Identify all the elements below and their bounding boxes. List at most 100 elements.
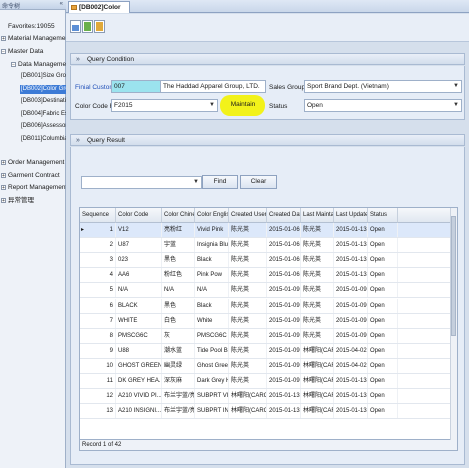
sidebar-item[interactable]: + 异常管理 [0,195,66,206]
table-cell: Open [368,358,398,373]
table-cell: 2015-01-09 [334,313,368,328]
table-cell: 粉红色 [162,268,195,283]
filter-select[interactable]: ▼ [81,176,202,189]
collapse-icon[interactable]: « [60,1,63,7]
expand-icon[interactable]: + [1,173,6,179]
table-cell: 白色 [162,313,195,328]
sidebar-item-label: Material Management [8,35,71,42]
table-cell: 2015-04-02 [334,358,368,373]
expand-icon[interactable]: + [1,36,6,42]
expand-icon[interactable]: + [1,198,6,204]
sidebar-item[interactable]: [DB001]Size Group [0,71,73,82]
table-cell: 陈光英 [301,253,334,268]
table-cell: 023 [116,253,162,268]
collapse-icon[interactable]: − [11,62,16,68]
result-grid: SequenceColor CodeColor Chinese ...Color… [79,207,458,440]
table-row[interactable]: 5 N/A N/A N/A 陈光英 2015-01-09 陈光英 2015-01-09 Open [80,283,457,299]
table-cell: 13 [80,404,116,419]
column-header[interactable]: Color Code [116,208,162,223]
sidebar-item[interactable]: − Master Data [0,46,66,57]
query-condition-header[interactable]: » Query Condition [70,53,465,65]
table-cell: 陈光英 [301,268,334,283]
table-cell: V12 [116,223,162,237]
find-button[interactable]: Find [202,175,238,189]
table-cell: Open [368,328,398,343]
table-cell: Open [368,298,398,313]
color-code-rule-select[interactable]: F2015 ▼ [111,99,218,112]
table-row[interactable]: 13A210 INSIGNI...布兰宇蓝/亮粉红...SUBPRT INSI.… [80,404,457,420]
collapse-icon[interactable]: − [1,49,6,55]
sidebar-item[interactable]: + Garment Contract [0,170,66,181]
sales-group-select[interactable]: Sport Brand Dept. (Vietnam) ▼ [304,80,462,93]
table-cell: 2015-01-13 [334,374,368,388]
column-header[interactable]: Color Chinese ... [162,208,195,223]
table-cell: 9 [80,343,116,358]
clear-button[interactable]: Clear [240,175,277,189]
table-row[interactable]: 7 WHITE 白色 White 陈光英 2015-01-09 陈光英 2015-01-09 O… [80,313,457,329]
query-result-header[interactable]: » Query Result [70,134,465,146]
table-cell: 2015-01-13 [267,404,301,419]
sidebar-item-label: Master Data [8,48,44,55]
chevron-down-icon: ▼ [193,179,199,185]
expand-icon[interactable]: + [1,160,6,166]
scrollbar-thumb[interactable] [451,216,456,336]
table-cell: Open [368,374,398,388]
sidebar-item-label: Report Management [8,184,68,191]
table-cell: 布兰宇蓝/亮粉红... [162,404,195,419]
table-cell: 2015-01-06 [267,268,301,283]
sidebar-item[interactable]: + Material Management [0,33,71,44]
table-cell: 2015-01-09 [267,358,301,373]
table-row[interactable]: 11DK GREY HEA...深灰麻Dark Grey Hea...陈光英20… [80,374,457,389]
table-cell: 宇蓝 [162,238,195,253]
sidebar-item[interactable]: [DB002]Color Group [0,84,77,95]
sidebar-item[interactable]: + Report Management [0,182,68,193]
column-header[interactable]: Last Update ... [334,208,368,223]
expand-icon[interactable]: + [1,185,6,191]
status-select[interactable]: Open ▼ [304,99,462,112]
table-row[interactable]: 6 BLACK 黑色 Black 陈光英 2015-01-09 陈光英 2015-01-09 O… [80,298,457,314]
chevron-down-icon: ▼ [453,102,459,108]
column-header[interactable]: Color English ... [195,208,229,223]
table-row[interactable]: ▸ 1 V12 亮粉红 Vivid Pink 陈光英 2015-01-06 陈光英 2015-0… [80,223,457,238]
table-cell: 深灰麻 [162,374,195,388]
maintain-button[interactable]: Maintain [224,99,262,113]
table-cell: 幽灵绿 [162,358,195,373]
sidebar-item[interactable]: [DB011]Columbia... [0,134,73,145]
table-row[interactable]: 8 PMSCG6C 灰 PMSCG6C 陈光英 2015-01-09 陈光英 2015-01-… [80,328,457,344]
table-cell: 2 [80,238,116,253]
table-row[interactable]: 12A210 VIVID PI...布兰宇蓝/亮粉红...SUBPRT VIVI… [80,389,457,405]
sidebar-item[interactable]: Favorites:19055 [0,21,66,32]
table-cell: Open [368,313,398,328]
table-cell: 陈光英 [229,374,267,388]
export-button[interactable] [94,20,105,33]
column-header[interactable]: Created User [229,208,267,223]
table-cell: 陈光英 [229,328,267,343]
column-header[interactable]: Status [368,208,398,223]
table-row[interactable]: 2 U87 宇蓝 Insignia Blue 陈光英 2015-01-06 陈光英 2015-… [80,238,457,254]
table-cell: 陈光英 [301,223,334,237]
save-button[interactable] [82,20,93,33]
table-row[interactable]: 4 AA6 粉红色 Pink Pow 陈光英 2015-01-06 陈光英 2015-01-1… [80,268,457,284]
chevron-down-icon: ▼ [453,83,459,89]
status-label: Status [269,103,288,110]
table-cell: N/A [162,283,195,298]
sidebar-item[interactable]: [DB004]Fabric Esse... [0,109,79,120]
sidebar-item-label: Favorites:19055 [8,23,55,30]
table-cell: 2015-01-13 [267,389,301,404]
column-header[interactable]: Created Date [267,208,301,223]
table-row[interactable]: 3 023 黑色 Black 陈光英 2015-01-06 陈光英 2015-01-13 Ope… [80,253,457,269]
tab-color-group[interactable]: [DB002]Color Group [68,1,130,22]
table-row[interactable]: 10 GHOST GREEN 幽灵绿 Ghost Green 陈光英 2015-01-09… [80,358,457,374]
sidebar-item[interactable]: − Data Management By ... [0,59,88,70]
new-button[interactable] [70,20,81,33]
column-header[interactable]: Last Maintain... [301,208,334,223]
customer-code-input[interactable]: 007 [111,80,161,93]
table-cell: 布兰宇蓝/亮粉红... [162,389,195,404]
sidebar-item[interactable]: [DB003]Destination [0,96,73,107]
sidebar-item[interactable]: + Order Management [0,157,66,168]
table-cell: A210 VIVID PI... [116,389,162,404]
table-row[interactable]: 9U88潮水蓝Tide Pool Blue陈光英2015-01-09林曙阳(CA… [80,343,457,359]
table-cell: 2015-01-09 [334,283,368,298]
sidebar-item[interactable]: [DB006]Assessories... [0,121,80,132]
column-header[interactable]: Sequence [80,208,116,223]
